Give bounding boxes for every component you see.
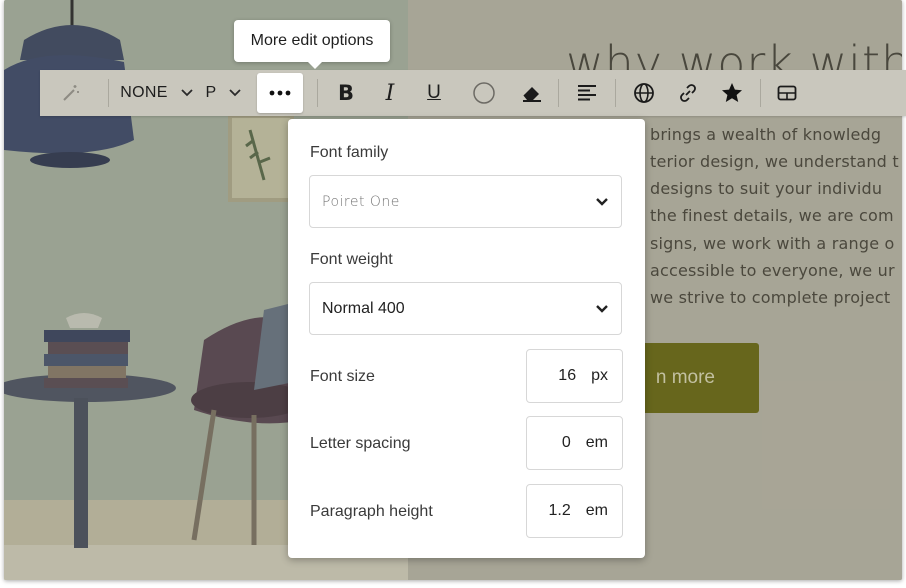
font-family-value: Poiret One (322, 193, 400, 210)
clear-format-button[interactable] (512, 70, 552, 116)
font-family-label: Font family (310, 144, 389, 161)
underline-button[interactable]: U (412, 70, 456, 116)
favorite-button[interactable] (710, 70, 754, 116)
letter-spacing-unit: em (585, 434, 608, 451)
bold-icon: B (337, 81, 354, 105)
align-button[interactable] (565, 70, 609, 116)
chevron-down-icon (596, 197, 608, 206)
more-horizontal-icon (269, 90, 291, 96)
color-circle-icon (473, 82, 495, 104)
magic-wand-icon (63, 85, 79, 101)
magic-wand-button[interactable] (40, 70, 102, 116)
star-icon (722, 83, 742, 102)
align-left-icon (578, 85, 596, 101)
tooltip-text: More edit options (250, 32, 374, 49)
paragraph-height-input[interactable]: 1.2 em (526, 484, 623, 538)
letter-spacing-label: Letter spacing (310, 435, 411, 452)
letter-spacing-input[interactable]: 0 em (526, 416, 623, 470)
paragraph-type-label: P (205, 84, 217, 101)
text-style-dropdown[interactable]: NONE (115, 70, 199, 116)
font-size-label: Font size (310, 368, 375, 385)
more-options-button[interactable] (257, 73, 303, 113)
toolbar-divider (615, 79, 616, 107)
font-size-unit: px (591, 367, 608, 384)
font-weight-select[interactable]: Normal 400 (309, 282, 622, 335)
paragraph-height-value: 1.2 (548, 502, 571, 519)
toolbar-divider (317, 79, 318, 107)
paragraph-height-unit: em (585, 502, 608, 519)
paragraph-type-dropdown[interactable]: P (199, 70, 249, 116)
toolbar-divider (108, 79, 109, 107)
chevron-down-icon (596, 304, 608, 313)
font-weight-value: Normal 400 (322, 299, 405, 317)
chevron-down-icon (181, 89, 193, 97)
text-color-button[interactable] (456, 70, 512, 116)
underline-icon: U (427, 82, 441, 103)
font-size-value: 16 (558, 367, 577, 384)
link-button[interactable] (666, 70, 710, 116)
italic-button[interactable]: I (368, 70, 412, 116)
italic-icon: I (385, 80, 395, 106)
bold-button[interactable]: B (324, 70, 368, 116)
letter-spacing-value: 0 (561, 434, 571, 451)
language-button[interactable] (622, 70, 666, 116)
font-family-select[interactable]: Poiret One (309, 175, 622, 228)
more-edit-options-panel: Font family Poiret One Font weight Norma… (288, 119, 645, 558)
paragraph-height-label: Paragraph height (310, 503, 433, 520)
chevron-down-icon (229, 89, 242, 97)
font-weight-label: Font weight (310, 251, 393, 268)
eraser-icon (523, 87, 541, 102)
text-edit-toolbar: NONE P B I U (40, 70, 906, 116)
table-button[interactable] (767, 70, 807, 116)
table-icon (777, 85, 797, 101)
text-style-label: NONE (120, 84, 168, 101)
font-size-input[interactable]: 16 px (526, 349, 623, 403)
globe-icon (634, 83, 654, 103)
link-icon (680, 84, 696, 102)
toolbar-divider (760, 79, 761, 107)
toolbar-divider (558, 79, 559, 107)
more-options-tooltip: More edit options (234, 20, 390, 69)
